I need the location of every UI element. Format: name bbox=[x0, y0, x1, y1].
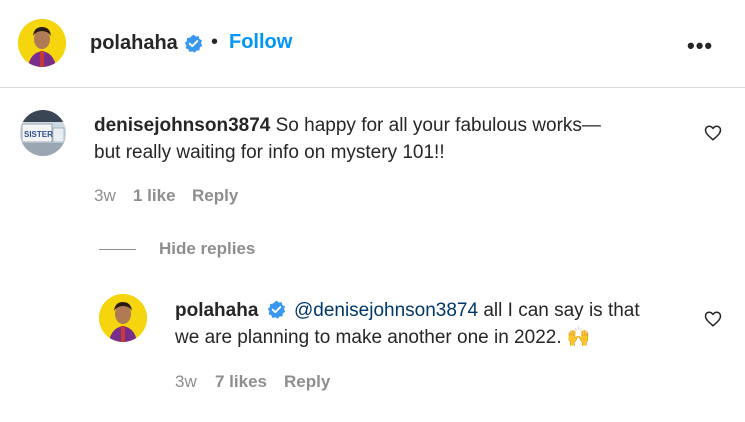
header-username[interactable]: polahaha bbox=[90, 32, 178, 55]
raised-hands-emoji-icon: 🙌 bbox=[566, 327, 591, 348]
separator-dot: • bbox=[211, 31, 219, 53]
avatar-person-icon bbox=[99, 294, 147, 342]
comment-reply-button[interactable]: Reply bbox=[192, 186, 238, 206]
comment-likes[interactable]: 1 like bbox=[133, 186, 176, 206]
comment-text-line2: but really waiting for info on mystery 1… bbox=[94, 142, 445, 163]
follow-button[interactable]: Follow bbox=[229, 31, 292, 54]
avatar[interactable] bbox=[18, 19, 66, 67]
reply-likes[interactable]: 7 likes bbox=[215, 372, 267, 392]
reply-mention-link[interactable]: @denisejohnson3874 bbox=[294, 300, 478, 321]
verified-badge-icon bbox=[267, 300, 285, 319]
avatar-person-icon bbox=[18, 19, 66, 67]
reply-reply-button[interactable]: Reply bbox=[284, 372, 330, 392]
commenter-avatar[interactable]: SISTER bbox=[20, 110, 66, 156]
reply-time: 3w bbox=[175, 372, 197, 391]
avatar-photo-icon: SISTER bbox=[20, 110, 66, 156]
verified-badge-icon bbox=[184, 34, 203, 53]
like-heart-icon[interactable] bbox=[704, 124, 722, 142]
comment-body: denisejohnson3874 So happy for all your … bbox=[94, 112, 674, 166]
like-heart-icon[interactable] bbox=[704, 310, 722, 328]
reply-avatar[interactable] bbox=[99, 294, 147, 342]
hide-replies-button[interactable]: Hide replies bbox=[159, 239, 255, 259]
more-options-icon[interactable]: ••• bbox=[687, 33, 713, 59]
reply-text-line1: all I can say is that bbox=[483, 300, 640, 321]
hide-replies-divider bbox=[99, 249, 136, 250]
reply-text-line2: we are planning to make another one in 2… bbox=[175, 327, 562, 348]
post-header: polahaha • Follow ••• bbox=[0, 0, 745, 88]
avatar-sign-text: SISTER bbox=[24, 130, 53, 139]
comment-text-line1: So happy for all your fabulous works— bbox=[275, 115, 601, 136]
reply-username[interactable]: polahaha bbox=[175, 300, 258, 321]
comment-username[interactable]: denisejohnson3874 bbox=[94, 115, 270, 136]
comment-time: 3w bbox=[94, 186, 116, 205]
comment-meta: 3w bbox=[94, 186, 116, 206]
reply-body: polahaha @denisejohnson3874 all I can sa… bbox=[175, 297, 685, 351]
